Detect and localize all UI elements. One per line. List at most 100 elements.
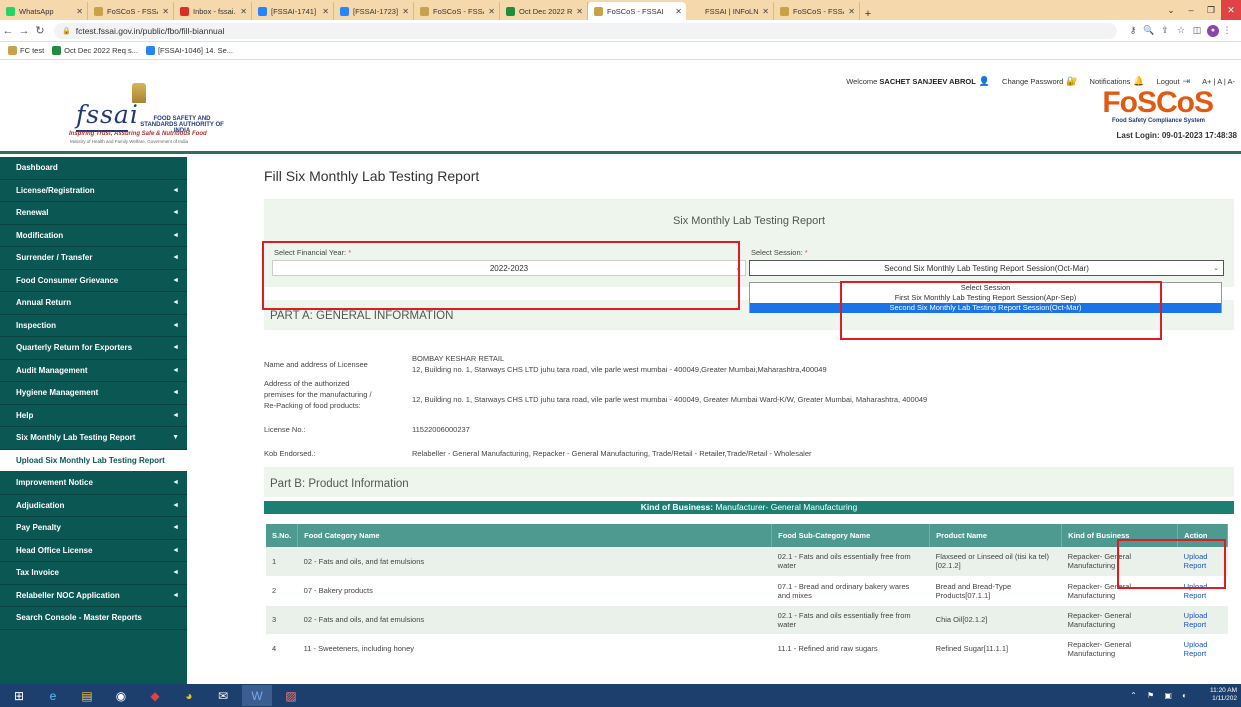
chrome-icon[interactable]: ◕ bbox=[174, 685, 204, 706]
sidebar-item[interactable]: Audit Management ◄ bbox=[0, 360, 187, 382]
category-cell: 07 - Bakery products bbox=[297, 576, 772, 606]
upload-report-link[interactable]: Upload Report bbox=[1177, 634, 1228, 664]
browser-tab[interactable]: WhatsApp ✕ bbox=[0, 2, 88, 20]
sidebar-item-label: Annual Return bbox=[16, 298, 72, 308]
tab-title: FoSCoS - FSSAI bbox=[107, 6, 159, 16]
word-icon[interactable]: W bbox=[242, 685, 272, 706]
premises-label-1: Address of the authorized bbox=[264, 379, 350, 388]
forward-icon[interactable]: → bbox=[16, 25, 32, 37]
premises-label-3: Re-Packing of food products: bbox=[264, 401, 361, 410]
tray-icons[interactable]: ⌃ ⚑ ▣ ◐ bbox=[1130, 691, 1191, 700]
sidebar-item[interactable]: Six Monthly Lab Testing Report ▼ bbox=[0, 427, 187, 450]
windows-start-icon[interactable]: ⊞ bbox=[4, 685, 34, 706]
chevron-icon: ◄ bbox=[172, 546, 179, 554]
bookmark-item[interactable]: Oct Dec 2022 Req s... bbox=[52, 46, 138, 55]
browser-tab[interactable]: Oct Dec 2022 Req...✕ bbox=[500, 2, 588, 20]
sidebar-item[interactable]: Inspection ◄ bbox=[0, 315, 187, 337]
page-title: Fill Six Monthly Lab Testing Report bbox=[264, 168, 480, 184]
font-size-controls[interactable]: A+ | A | A- bbox=[1202, 77, 1235, 86]
media-player-icon[interactable]: ◉ bbox=[106, 685, 136, 706]
sidebar-item[interactable]: Adjudication ◄ bbox=[0, 495, 187, 517]
tab-list-icon[interactable]: ⌄ bbox=[1161, 5, 1181, 16]
bookmark-item[interactable]: [FSSAI-1046] 14. Se... bbox=[145, 46, 233, 55]
tab-close-icon[interactable]: ✕ bbox=[76, 7, 83, 16]
browser-tab[interactable]: FoSCoS - FSSAI ✕ bbox=[414, 2, 500, 20]
sidebar-item[interactable]: Renewal ◄ bbox=[0, 202, 187, 225]
sidebar-item[interactable]: Hygiene Management ◄ bbox=[0, 382, 187, 405]
window-controls: ⌄ – ❐ ✕ bbox=[1161, 0, 1241, 20]
close-icon[interactable]: ✕ bbox=[1221, 0, 1241, 20]
back-icon[interactable]: ← bbox=[0, 25, 16, 37]
tab-close-icon[interactable]: ✕ bbox=[488, 7, 495, 16]
session-select[interactable]: Second Six Monthly Lab Testing Report Se… bbox=[749, 260, 1224, 276]
browser-tab[interactable]: FoSCoS - FSSAI ✕ bbox=[88, 2, 174, 20]
licensee-address: 12, Building no. 1, Starways CHS LTD juh… bbox=[412, 365, 827, 374]
tab-close-icon[interactable]: ✕ bbox=[576, 7, 583, 16]
sidebar-item[interactable]: Head Office License ◄ bbox=[0, 540, 187, 562]
tab-close-icon[interactable]: ✕ bbox=[675, 7, 682, 16]
address-bar[interactable]: 🔒 fctest.fssai.gov.in/public/fbo/fill-bi… bbox=[54, 22, 1117, 39]
share-icon[interactable]: ⇪ bbox=[1157, 25, 1173, 36]
sidebar-item[interactable]: Pay Penalty ◄ bbox=[0, 517, 187, 540]
user-icon: 👤 bbox=[978, 76, 991, 86]
tab-close-icon[interactable]: ✕ bbox=[162, 7, 169, 16]
browser-tab[interactable]: [FSSAI-1723] kindly...✕ bbox=[334, 2, 414, 20]
file-explorer-icon[interactable]: ▤ bbox=[72, 685, 102, 706]
fssai-logo[interactable]: fssai bbox=[76, 100, 139, 129]
browser-tab[interactable]: Inbox - fssai.ajay@... ✕ bbox=[174, 2, 252, 20]
chevron-icon: ◄ bbox=[172, 186, 179, 194]
tab-close-icon[interactable]: ✕ bbox=[848, 7, 855, 16]
sidebar-item[interactable]: Tax Invoice ◄ bbox=[0, 562, 187, 585]
browser-tab[interactable]: FoSCoS - FSSAI ✕ bbox=[588, 2, 686, 20]
sidebar-item[interactable]: License/Registration ◄ bbox=[0, 180, 187, 202]
maximize-icon[interactable]: ❐ bbox=[1201, 5, 1221, 16]
tab-close-icon[interactable]: ✕ bbox=[762, 7, 769, 16]
sidebar-item[interactable]: Modification ◄ bbox=[0, 225, 187, 247]
sidebar-item[interactable]: Search Console - Master Reports bbox=[0, 607, 187, 630]
sidebar-item[interactable]: Food Consumer Grievance ◄ bbox=[0, 270, 187, 292]
tab-favicon-icon bbox=[258, 6, 267, 16]
premises-value: 12, Building no. 1, Starways CHS LTD juh… bbox=[412, 395, 928, 404]
tab-close-icon[interactable]: ✕ bbox=[402, 7, 409, 16]
browser-tab[interactable]: FSSAI | INFoLNET✕ bbox=[686, 2, 774, 20]
bookmark-star-icon[interactable]: ☆ bbox=[1173, 25, 1189, 36]
change-password-link[interactable]: Change Password 🔐 bbox=[1002, 76, 1078, 87]
key-icon[interactable]: ⚷ bbox=[1125, 25, 1141, 36]
browser-tab[interactable]: FoSCoS - FSSAI ✕ bbox=[774, 2, 860, 20]
tab-favicon-icon bbox=[180, 6, 189, 16]
new-tab-button[interactable]: + bbox=[860, 8, 876, 20]
bookmark-item[interactable]: FC test bbox=[8, 46, 44, 55]
minimize-icon[interactable]: – bbox=[1181, 5, 1201, 15]
browser-tab[interactable]: [FSSAI-1741] OTP ... ✕ bbox=[252, 2, 334, 20]
chevron-icon: ◄ bbox=[172, 321, 179, 329]
tab-favicon-icon bbox=[692, 6, 701, 16]
sidebar-item[interactable]: Surrender / Transfer ◄ bbox=[0, 247, 187, 270]
last-login: Last Login: 09-01-2023 17:48:38 bbox=[1116, 131, 1238, 140]
paint-icon[interactable]: ▨ bbox=[276, 685, 306, 706]
reload-icon[interactable]: ↻ bbox=[32, 24, 48, 37]
sidebar-item[interactable]: Improvement Notice ◄ bbox=[0, 472, 187, 495]
foscos-logo[interactable]: FoSCoS bbox=[1102, 86, 1214, 120]
chevron-icon: ◄ bbox=[172, 299, 179, 307]
side-panel-icon[interactable]: ◫ bbox=[1189, 25, 1205, 36]
sidebar-item[interactable]: Dashboard bbox=[0, 157, 187, 180]
outlook-icon[interactable]: ✉ bbox=[208, 685, 238, 706]
zoom-icon[interactable]: 🔍 bbox=[1141, 25, 1157, 36]
bookmark-label: FC test bbox=[20, 46, 45, 55]
sidebar-item[interactable]: Help ◄ bbox=[0, 405, 187, 427]
tab-close-icon[interactable]: ✕ bbox=[322, 7, 329, 16]
profile-avatar[interactable]: ● bbox=[1207, 24, 1219, 37]
sidebar-item-label: Renewal bbox=[16, 208, 49, 218]
app-icon[interactable]: ◆ bbox=[140, 685, 170, 706]
chevron-icon: ◄ bbox=[172, 501, 179, 509]
sidebar-item[interactable]: Upload Six Monthly Lab Testing Report bbox=[0, 449, 187, 472]
internet-explorer-icon[interactable]: e bbox=[38, 685, 68, 706]
menu-icon[interactable]: ⋮ bbox=[1219, 25, 1235, 36]
sidebar-item-label: Dashboard bbox=[16, 163, 58, 173]
sidebar-item[interactable]: Quarterly Return for Exporters ◄ bbox=[0, 337, 187, 360]
tab-close-icon[interactable]: ✕ bbox=[240, 7, 247, 16]
sidebar-item[interactable]: Annual Return ◄ bbox=[0, 292, 187, 315]
sidebar-item[interactable]: Relabeller NOC Application ◄ bbox=[0, 585, 187, 607]
tray-clock[interactable]: 11:20 AM 1/11/202 bbox=[1210, 687, 1237, 703]
upload-report-link[interactable]: Upload Report bbox=[1177, 605, 1228, 635]
